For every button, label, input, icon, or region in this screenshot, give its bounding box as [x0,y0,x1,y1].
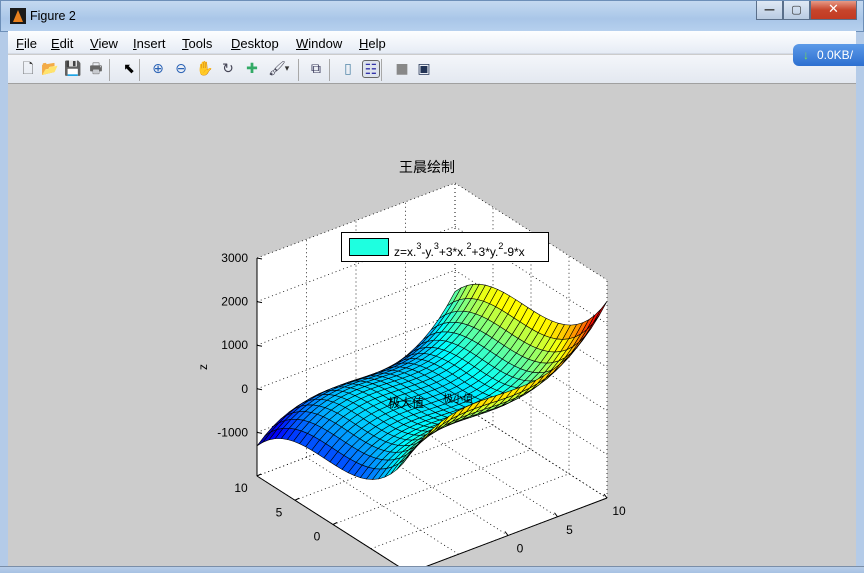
x-tick-label: 10 [612,504,626,518]
x-tick-label: 5 [566,523,573,537]
window-frame-bottom [0,566,864,573]
z-tick-label: 2000 [221,295,248,309]
y-tick-label: 10 [234,481,248,495]
x-tick-label: 0 [517,542,524,556]
z-tick-label: 3000 [221,251,248,265]
y-tick-label: 0 [314,530,321,544]
z-tick-label: 0 [241,382,248,396]
z-tick-label: 1000 [221,338,248,352]
surface-plot-axes[interactable]: -1000 0 1000 2000 3000 0 5 10 0 5 10 z [0,0,864,573]
z-axis-label: z [196,364,210,370]
y-tick-label: 5 [276,505,283,519]
z-tick-label: -1000 [217,425,248,439]
